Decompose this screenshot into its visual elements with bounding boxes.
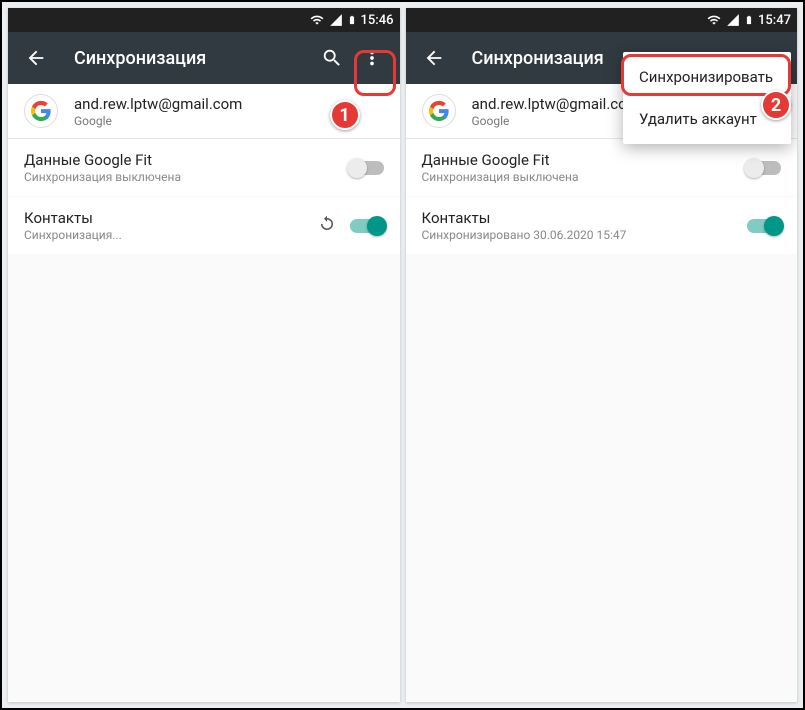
sync-item-title: Данные Google Fit xyxy=(24,151,350,169)
google-logo-icon xyxy=(24,94,58,128)
phone-left: 15:46 Синхронизация and.rew.lptw@gmail.c… xyxy=(8,8,400,702)
page-title: Синхронизация xyxy=(74,48,312,69)
toggle-switch[interactable] xyxy=(747,161,781,175)
account-row[interactable]: and.rew.lptw@gmail.com Google xyxy=(8,84,400,139)
menu-item-sync-now[interactable]: Синхронизировать xyxy=(623,56,791,98)
sync-item-title: Контакты xyxy=(24,209,318,227)
back-button[interactable] xyxy=(414,38,454,78)
clock-text: 15:46 xyxy=(361,13,394,28)
arrow-back-icon xyxy=(423,47,445,69)
account-provider: Google xyxy=(472,114,640,128)
account-provider: Google xyxy=(74,114,242,128)
sync-item-google-fit[interactable]: Данные Google Fit Синхронизация выключен… xyxy=(406,139,798,197)
wifi-icon xyxy=(309,13,325,27)
battery-icon xyxy=(347,12,357,28)
more-vert-icon xyxy=(361,47,383,69)
sync-item-subtitle: Синхронизация выключена xyxy=(422,170,748,184)
phone-right: 15:47 Синхронизация and.rew.lptw@gmail.c… xyxy=(406,8,798,702)
sync-item-subtitle: Синхронизировано 30.06.2020 15:47 xyxy=(422,228,748,242)
account-email: and.rew.lptw@gmail.com xyxy=(74,95,242,113)
sync-item-subtitle: Синхронизация выключена xyxy=(24,170,350,184)
overflow-menu: Синхронизировать Удалить аккаунт xyxy=(623,52,791,144)
toggle-switch[interactable] xyxy=(350,161,384,175)
signal-icon xyxy=(329,13,343,27)
toggle-switch[interactable] xyxy=(350,219,384,233)
sync-item-google-fit[interactable]: Данные Google Fit Синхронизация выключен… xyxy=(8,139,400,197)
signal-icon xyxy=(726,13,740,27)
menu-item-remove-account[interactable]: Удалить аккаунт xyxy=(623,98,791,140)
status-bar: 15:46 xyxy=(8,8,400,32)
account-email: and.rew.lptw@gmail.com xyxy=(472,95,640,113)
search-button[interactable] xyxy=(312,38,352,78)
status-bar: 15:47 xyxy=(406,8,798,32)
clock-text: 15:47 xyxy=(758,13,791,28)
sync-item-subtitle: Синхронизация... xyxy=(24,228,318,242)
search-icon xyxy=(321,47,343,69)
sync-item-title: Контакты xyxy=(422,209,748,227)
sync-progress-icon xyxy=(318,215,336,237)
app-bar: Синхронизация xyxy=(8,32,400,84)
sync-item-contacts[interactable]: Контакты Синхронизация... xyxy=(8,197,400,255)
google-logo-icon xyxy=(422,94,456,128)
arrow-back-icon xyxy=(25,47,47,69)
sync-item-contacts[interactable]: Контакты Синхронизировано 30.06.2020 15:… xyxy=(406,197,798,255)
wifi-icon xyxy=(706,13,722,27)
back-button[interactable] xyxy=(16,38,56,78)
overflow-button[interactable] xyxy=(352,38,392,78)
sync-item-title: Данные Google Fit xyxy=(422,151,748,169)
battery-icon xyxy=(744,12,754,28)
toggle-switch[interactable] xyxy=(747,219,781,233)
